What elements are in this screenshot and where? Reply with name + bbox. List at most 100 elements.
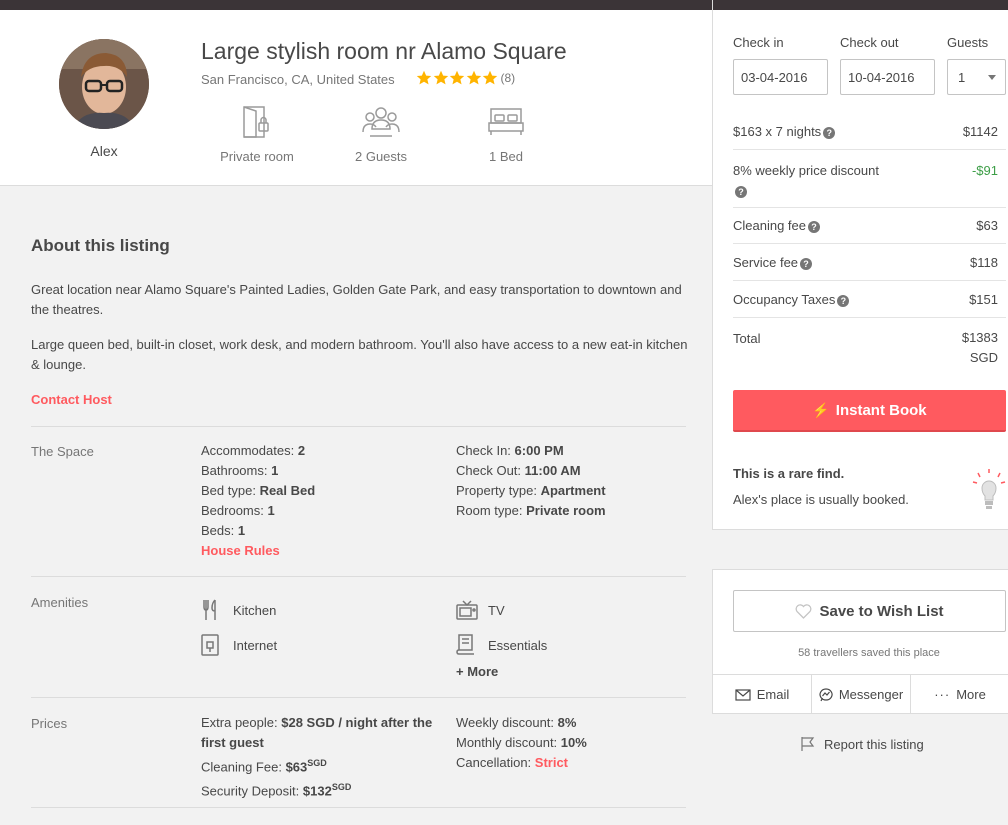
listing-location[interactable]: San Francisco, CA, United States — [201, 72, 395, 87]
divider — [31, 576, 686, 577]
share-more-button[interactable]: ··· More — [911, 675, 1008, 714]
chevron-down-icon — [988, 75, 996, 80]
amenity-label: Internet — [233, 637, 278, 653]
amenity-tv: TV — [456, 599, 505, 621]
wishlist-panel: Save to Wish List 58 travellers saved th… — [712, 569, 1008, 714]
cancellation-policy-link[interactable]: Strict — [535, 755, 568, 770]
prices-right-column: Weekly discount: 8% Monthly discount: 10… — [456, 713, 587, 773]
rating-stars[interactable]: (8) — [416, 70, 515, 86]
messenger-icon — [819, 687, 833, 702]
price-row-discount: 8% weekly price discount? -$91 — [733, 163, 998, 198]
envelope-icon — [735, 688, 751, 701]
divider — [733, 207, 1006, 208]
checkout-input[interactable]: 10-04-2016 — [840, 59, 935, 95]
feature-label: 2 Guests — [354, 149, 408, 164]
price-header-strip — [713, 0, 1008, 10]
star-icon — [449, 70, 465, 85]
prices-section-label: Prices — [31, 716, 68, 731]
help-icon[interactable]: ? — [837, 294, 850, 307]
price-item: Cleaning Fee: $63SGD — [201, 758, 327, 775]
saved-count-text: 58 travellers saved this place — [798, 647, 940, 659]
price-row-cleaning: Cleaning fee? $63 — [733, 218, 998, 233]
host-avatar[interactable] — [59, 39, 149, 129]
host-name: Alex — [90, 143, 118, 159]
about-paragraph-1: Great location near Alamo Square's Paint… — [31, 282, 682, 317]
prices-left-column: Extra people: $28 SGD / night after the … — [201, 713, 441, 802]
flag-icon — [800, 736, 816, 752]
space-section-label: The Space — [31, 444, 94, 459]
checkin-input[interactable]: 03-04-2016 — [733, 59, 828, 95]
amenity-label: TV — [488, 602, 505, 618]
amenity-label: Essentials — [488, 637, 548, 653]
kitchen-icon — [201, 599, 223, 621]
feature-label: 1 Bed — [489, 149, 523, 164]
amenity-kitchen: Kitchen — [201, 599, 276, 621]
space-item: Room type: Private room — [456, 503, 606, 518]
feature-guests: 2 Guests — [321, 105, 441, 164]
review-count[interactable]: (8) — [501, 71, 516, 85]
price-row-service: Service fee? $118 — [733, 255, 998, 270]
space-item: Check In: 6:00 PM — [456, 443, 564, 458]
space-item: Accommodates: 2 — [201, 443, 306, 458]
amenities-section-label: Amenities — [31, 595, 89, 610]
essentials-icon — [456, 634, 478, 656]
door-icon — [197, 105, 317, 141]
contact-host-link[interactable]: Contact Host — [31, 390, 691, 410]
feature-label: Private room — [220, 149, 294, 164]
price-row-taxes: Occupancy Taxes? $151 — [733, 292, 998, 307]
help-icon[interactable]: ? — [735, 185, 747, 198]
lightning-icon: ⚡ — [812, 401, 830, 418]
amenity-label: Kitchen — [233, 602, 277, 618]
help-icon[interactable]: ? — [823, 126, 836, 139]
help-icon[interactable]: ? — [800, 257, 813, 270]
price-row-total: Total $1383 SGD — [733, 330, 998, 365]
guests-icon — [321, 105, 441, 141]
price-item: Monthly discount: 10% — [456, 735, 587, 750]
guests-select[interactable]: 1 — [947, 59, 1006, 95]
star-icon — [433, 70, 448, 85]
divider — [31, 426, 686, 427]
price-item: Extra people: $28 SGD / night after the … — [201, 715, 433, 750]
checkout-label: Check out — [840, 35, 899, 50]
about-heading: About this listing — [31, 236, 170, 255]
save-to-wishlist-button[interactable]: Save to Wish List — [733, 590, 1006, 632]
space-item: Bed type: Real Bed — [201, 483, 316, 498]
space-item: Bathrooms: 1 — [201, 463, 279, 478]
listing-header: Alex Large stylish room nr Alamo Square … — [0, 10, 712, 186]
help-icon[interactable]: ? — [808, 220, 820, 233]
guests-value: 1 — [958, 70, 966, 85]
divider — [31, 697, 686, 698]
star-icon — [482, 70, 498, 85]
about-paragraph-2: Large queen bed, built-in closet, work d… — [31, 337, 688, 372]
instant-book-button[interactable]: ⚡ Instant Book — [733, 390, 1006, 432]
price-item: Cancellation: Strict — [456, 755, 569, 770]
share-messenger-button[interactable]: Messenger — [812, 675, 911, 714]
rare-find-subtitle: Alex's place is usually booked. — [733, 492, 909, 507]
amenity-essentials: Essentials — [456, 634, 547, 656]
amenity-internet: Internet — [201, 634, 277, 656]
heart-icon — [795, 603, 812, 619]
price-item: Security Deposit: $132SGD — [201, 782, 352, 799]
more-dots-icon: ··· — [934, 687, 951, 702]
divider — [733, 149, 1006, 150]
listing-title: Large stylish room nr Alamo Square — [201, 38, 567, 64]
space-item: Bedrooms: 1 — [201, 503, 275, 518]
report-listing-link[interactable]: Report this listing — [800, 736, 924, 752]
lightbulb-icon — [971, 468, 1007, 515]
house-rules-link[interactable]: House Rules — [201, 541, 315, 561]
space-right-column: Check In: 6:00 PM Check Out: 11:00 AM Pr… — [456, 441, 606, 521]
divider — [31, 807, 686, 808]
space-item: Beds: 1 — [201, 523, 246, 538]
price-item: Weekly discount: 8% — [456, 715, 577, 730]
divider — [733, 243, 1006, 244]
share-email-button[interactable]: Email — [713, 675, 812, 714]
share-bar: Email Messenger ··· More — [713, 674, 1008, 714]
rare-find-title: This is a rare find. — [733, 466, 845, 481]
booking-panel: Check in Check out Guests 03-04-2016 10-… — [712, 0, 1008, 530]
amenities-more-link[interactable]: + More — [456, 662, 498, 682]
divider — [733, 280, 1006, 281]
guests-label: Guests — [947, 35, 989, 50]
divider — [733, 317, 1006, 318]
feature-room-type: Private room — [197, 105, 317, 164]
space-left-column: Accommodates: 2 Bathrooms: 1 Bed type: R… — [201, 441, 315, 561]
